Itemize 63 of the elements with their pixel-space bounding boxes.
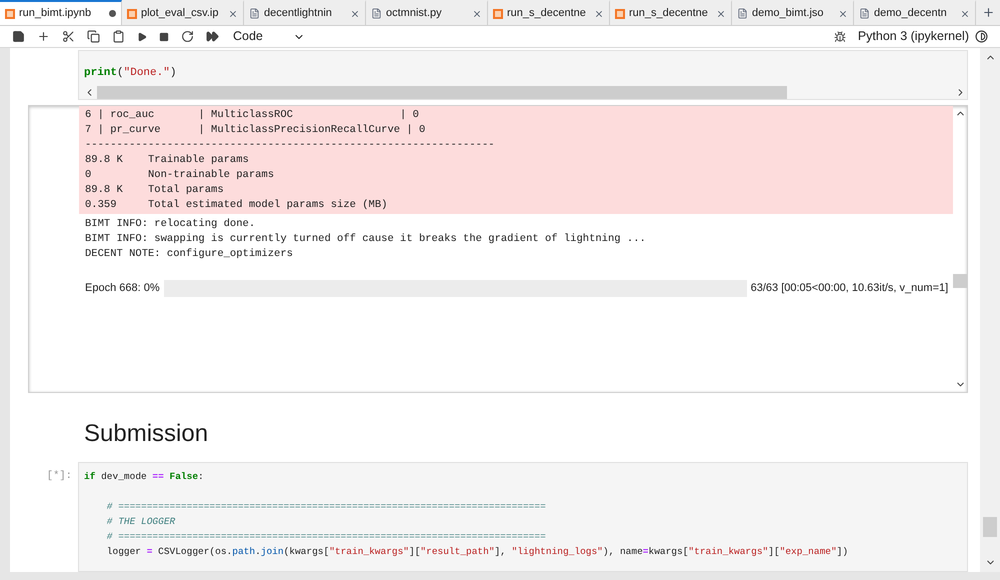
tab-label: run_s_decentne xyxy=(507,6,586,22)
tab-label: run_bimt.ipynb xyxy=(19,6,92,22)
output-line: 7 | pr_curve | MulticlassPrecisionRecallCurve | 0 xyxy=(85,123,426,138)
output-line: BIMT INFO: relocating done. xyxy=(85,217,256,232)
code-cell-input[interactable]: print("Done.") xyxy=(78,50,968,100)
scrollbar-thumb[interactable] xyxy=(953,274,967,288)
code-line: # THE LOGGER xyxy=(106,515,176,529)
document-icon xyxy=(859,8,870,19)
output-line: 89.8 K Trainable params xyxy=(85,153,249,168)
close-icon[interactable] xyxy=(594,8,604,18)
kernel-name[interactable]: Python 3 (ipykernel) xyxy=(858,27,969,46)
tab[interactable]: run_bimt.ipynb xyxy=(0,0,122,25)
close-icon[interactable] xyxy=(350,8,360,18)
output-line: 0 Non-trainable params xyxy=(85,168,274,183)
output-line: DECENT NOTE: configure_optimizers xyxy=(85,247,293,262)
document-icon xyxy=(249,8,260,19)
play-icon[interactable] xyxy=(137,32,147,42)
plus-icon[interactable] xyxy=(37,30,50,43)
execution-prompt: [*]: xyxy=(46,469,73,484)
document-icon xyxy=(737,8,748,19)
fast-forward-icon[interactable] xyxy=(206,30,219,43)
close-icon[interactable] xyxy=(472,8,482,18)
notebook-icon xyxy=(615,8,625,18)
output-line: 6 | roc_auc | MulticlassROC | 0 xyxy=(85,108,419,123)
tab-label: run_s_decentne xyxy=(629,6,708,22)
progress-reading: 63/63 [00:05<00:00, 10.63it/s, v_num=1] xyxy=(750,281,948,296)
scrollbar-thumb[interactable] xyxy=(983,517,997,537)
output-line: 89.8 K Total params xyxy=(85,183,224,198)
stop-icon[interactable] xyxy=(159,32,169,42)
progress-label: Epoch 668: 0% xyxy=(85,281,160,296)
tab-label: plot_eval_csv.ip xyxy=(141,6,218,22)
code-line: # =========================================================================== xyxy=(106,500,546,514)
tab-label: decentlightnin xyxy=(264,6,332,22)
copy-icon[interactable] xyxy=(87,30,100,43)
scrollbar-thumb[interactable] xyxy=(97,86,787,98)
code-line: print("Done.") xyxy=(84,66,176,81)
refresh-icon[interactable] xyxy=(181,30,194,43)
close-icon[interactable] xyxy=(228,8,238,18)
code-line: if dev_mode == False: xyxy=(84,470,204,484)
notebook-icon xyxy=(5,8,15,18)
notebook-icon xyxy=(127,8,137,18)
close-icon[interactable] xyxy=(838,8,848,18)
code-line: logger = CSVLogger(os.path.join(kwargs["train_kwargs"]["result_path"], "lightning_logs"), name=kwargs["train_kwargs"]["exp_name"]) xyxy=(106,545,848,559)
code-cell-input[interactable] xyxy=(78,462,968,572)
kernel-status-icon xyxy=(975,30,988,43)
section-heading: Submission xyxy=(83,419,210,449)
tab-label: demo_bimt.jso xyxy=(752,6,824,22)
new-tab-icon[interactable] xyxy=(982,6,994,19)
document-icon xyxy=(371,8,382,19)
notebook-icon xyxy=(493,8,503,18)
tab-label: demo_decentn xyxy=(874,6,947,22)
clipboard-icon[interactable] xyxy=(112,30,125,43)
save-icon[interactable] xyxy=(12,30,25,43)
close-icon[interactable] xyxy=(960,8,970,18)
output-line: BIMT INFO: swapping is currently turned off cause it breaks the gradient of lightning ... xyxy=(85,232,646,247)
output-line: ----------------------------------------------------------------- xyxy=(85,138,495,153)
output-line: 0.359 Total estimated model params size (MB) xyxy=(85,198,388,213)
close-icon[interactable] xyxy=(716,8,726,18)
bug-icon[interactable] xyxy=(834,30,846,42)
code-line: # =========================================================================== xyxy=(106,530,546,544)
tab-label: octmnist.py xyxy=(386,6,442,22)
scissors-icon[interactable] xyxy=(62,30,75,43)
cell-type-select[interactable]: Code xyxy=(233,27,305,46)
